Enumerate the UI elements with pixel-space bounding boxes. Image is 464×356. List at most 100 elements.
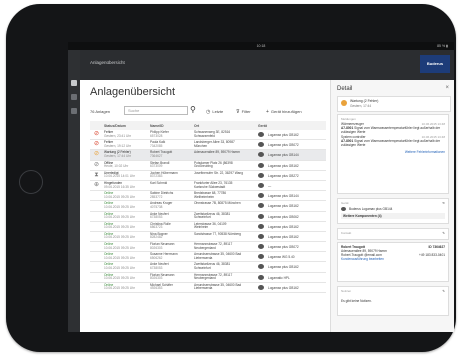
row-customer-id: 8282482 (150, 235, 163, 240)
filter-icon: ⊽ (236, 109, 240, 115)
row-status: Online 10.06.2015 09:25 Uhr (104, 202, 142, 209)
row-status: Online 10.06.2015 09:25 Uhr (104, 283, 142, 291)
search-icon[interactable]: ⚲ (190, 105, 196, 115)
message-item: Wärmeerzeuger 10.06.2015 13:48 A7-8001 Si… (341, 122, 445, 134)
row-name: Christina Rolle 6863723 (150, 222, 190, 230)
table-row[interactable]: ⊘ Fehler Gestern, 23:41 Uhr Philipp Kiefer 6… (90, 130, 326, 141)
system-list: ⊘ Fehler Gestern, 23:41 Uhr Philipp Kiefer 6… (90, 130, 326, 293)
device-icon (258, 132, 264, 137)
status-card: Wartung (2 Fehler) Gestern, 17:44 (337, 96, 451, 112)
customer-id: ID 7364627 (428, 245, 445, 249)
table-row[interactable]: Online 10.06.2015 09:25 Uhr Susanne Herrma… (90, 252, 326, 263)
table-row[interactable]: Online 10.06.2015 09:25 Uhr Sabine Dietric… (90, 191, 326, 202)
device-icon (258, 244, 264, 250)
status-icon: ⊕ (93, 181, 100, 188)
row-status: Online 10.06.2015 09:25 Uhr (104, 263, 142, 270)
sort-button[interactable]: ◷ Letzte (206, 109, 223, 115)
table-row[interactable]: Online 10.06.2015 09:25 Uhr Andreas Kruger… (90, 201, 326, 212)
service-link[interactable]: Kundenausführung bearbeiten (341, 257, 445, 261)
row-address: Josefinenufer Str. 22, 36297 Wang (194, 170, 250, 176)
row-name: Florian Neumann 8026303 (150, 273, 190, 281)
row-city: Großheubing (194, 164, 213, 169)
status-icon (92, 233, 101, 240)
row-status-date: 10.06.2015 09:25 Uhr (104, 276, 135, 281)
filter-label: Filter (241, 109, 251, 114)
col-name[interactable]: Name/ID (150, 124, 164, 128)
table-row[interactable]: ⊘ Fehler Gestern, 19:12 Uhr Paula Kalk 73420… (90, 140, 326, 151)
brand-logo: Buderus (420, 55, 450, 73)
row-status: Online 10.06.2015 09:25 Uhr (104, 192, 142, 199)
add-device-button[interactable]: + Gerät hinzufügen (266, 109, 302, 115)
edit-icon[interactable]: ✎ (442, 231, 445, 235)
table-row[interactable]: Online 10.06.2015 09:25 Uhr Anke Neufert 67… (90, 262, 326, 273)
row-status-date: 10.06.2015 09:25 Uhr (104, 245, 135, 250)
row-address: Zweitstarlizeus 46, 38381 Schweinfurt (194, 212, 250, 220)
clock-icon: ◷ (206, 109, 211, 115)
row-city: Weilheimheim (194, 194, 214, 199)
list-nav-icon[interactable] (71, 94, 77, 100)
table-row[interactable]: ⊘ Wartung (2 Fehler) Gestern, 17:44 Uhr Rob… (90, 150, 326, 161)
status-icon: ⧗ (94, 171, 99, 178)
row-customer-id: 6506262 (150, 255, 163, 260)
row-address: Zweitstarlizeus 46, 38381 Schweinfurt (194, 263, 250, 270)
notes-section: Notizen ✎ Es gibt keine Notizen. (337, 286, 449, 316)
device-section: Gerät ↻ Buderus Logamax plus GB144 Weiter… (337, 198, 449, 224)
table-row[interactable]: ⊘ Offline Heute, 10:02 Uhr Stefan Brandl 637… (90, 161, 326, 171)
row-status: Wartung (2 Fehler) Gestern, 17:44 Uhr (104, 151, 142, 158)
row-customer-id: 8372383 (150, 174, 163, 179)
row-address: Landsberger Allee 33, 80987 München (194, 141, 250, 148)
message-text: Signal vom Warmwassertemperaturfühler li… (341, 139, 441, 147)
warning-icon (341, 100, 347, 106)
device-icon (258, 284, 264, 290)
search-input[interactable]: Suche (124, 106, 188, 115)
overview-nav-icon[interactable] (71, 80, 77, 86)
table-row[interactable]: Online 10.06.2015 09:25 Uhr Florian Neuman… (90, 242, 326, 253)
row-address: Bredstrasse 68, 77786 Weilheimheim (194, 192, 250, 199)
status-time: 10:18 (256, 44, 266, 48)
table-row[interactable]: Online 10.06.2015 09:25 Uhr Christina Roll… (90, 222, 326, 232)
components-button[interactable]: Weitere Komponenten (4) (341, 213, 445, 219)
customer-phone[interactable]: +49 183 833-0401 (419, 253, 445, 257)
row-customer-id: 6738053 (150, 215, 163, 220)
table-row[interactable]: Online 10.06.2015 09:25 Uhr Anke Neufert 67… (90, 212, 326, 222)
status-icon (92, 192, 101, 199)
table-row[interactable]: Online 10.06.2015 09:25 Uhr Florian Neuman… (90, 273, 326, 283)
row-address: Sandstrasse 77, 90538 Nürnberg (194, 232, 250, 237)
device-icon (258, 193, 264, 199)
app-title: Anlagenübersicht (90, 60, 125, 65)
close-icon[interactable]: × (445, 85, 449, 91)
table-row[interactable]: Online 10.06.2015 09:25 Uhr Michael Schäfe… (90, 283, 326, 293)
row-city: Weinheim (194, 225, 209, 230)
status-icon: ⊘ (93, 161, 100, 168)
table-row[interactable]: ⧗ Unerledigt 10.06.2015 14:01 Uhr Jochen Hü… (90, 171, 326, 181)
table-header: Status/Datum Name/ID Ort Gerät (90, 121, 326, 130)
table-row[interactable]: ⊕ Hingefunden 09.06.2015 16:35 Uhr Karl Sch… (90, 180, 326, 192)
status-icon (92, 223, 101, 230)
status-icon: ⊘ (93, 141, 100, 148)
status-icon: ⊘ (93, 131, 100, 137)
status-card-title: Wartung (2 Fehler) (350, 99, 379, 103)
row-customer-id: 4926353 (150, 286, 163, 291)
row-street: Josefinenufer Str. 22, 36297 Wang (194, 170, 243, 175)
messages-section: Meldungen Wärmeerzeuger 10.06.2015 13:48 … (337, 114, 449, 194)
col-device[interactable]: Gerät (258, 124, 267, 128)
row-customer-name: Karl Schmid (150, 180, 168, 185)
status-icon (92, 274, 101, 281)
col-status[interactable]: Status/Datum (104, 124, 126, 128)
refresh-icon[interactable]: ↻ (442, 201, 445, 205)
settings-nav-icon[interactable] (71, 108, 77, 114)
row-status-date: Gestern, 17:44 Uhr (104, 153, 132, 158)
row-name: Karl Schmid (150, 180, 190, 186)
contact-label: Kontakt (341, 231, 352, 235)
row-device-model: Logamatic HPL (268, 275, 290, 280)
table-row[interactable]: Online 10.06.2015 09:25 Uhr Nina Bogner 828… (90, 232, 326, 243)
row-customer-id: 4075738 (150, 204, 163, 209)
row-city: Liebenwerda (194, 255, 213, 260)
row-status-date: Heute, 10:02 Uhr (104, 164, 129, 169)
edit-icon[interactable]: ✎ (442, 289, 445, 293)
more-errors-link[interactable]: Weitere Fehlerinformationen (341, 150, 445, 154)
home-button[interactable] (19, 170, 43, 194)
filter-button[interactable]: ⊽ Filter (236, 109, 251, 115)
col-address[interactable]: Ort (194, 124, 199, 128)
row-city: Liebenwerda (194, 286, 213, 291)
